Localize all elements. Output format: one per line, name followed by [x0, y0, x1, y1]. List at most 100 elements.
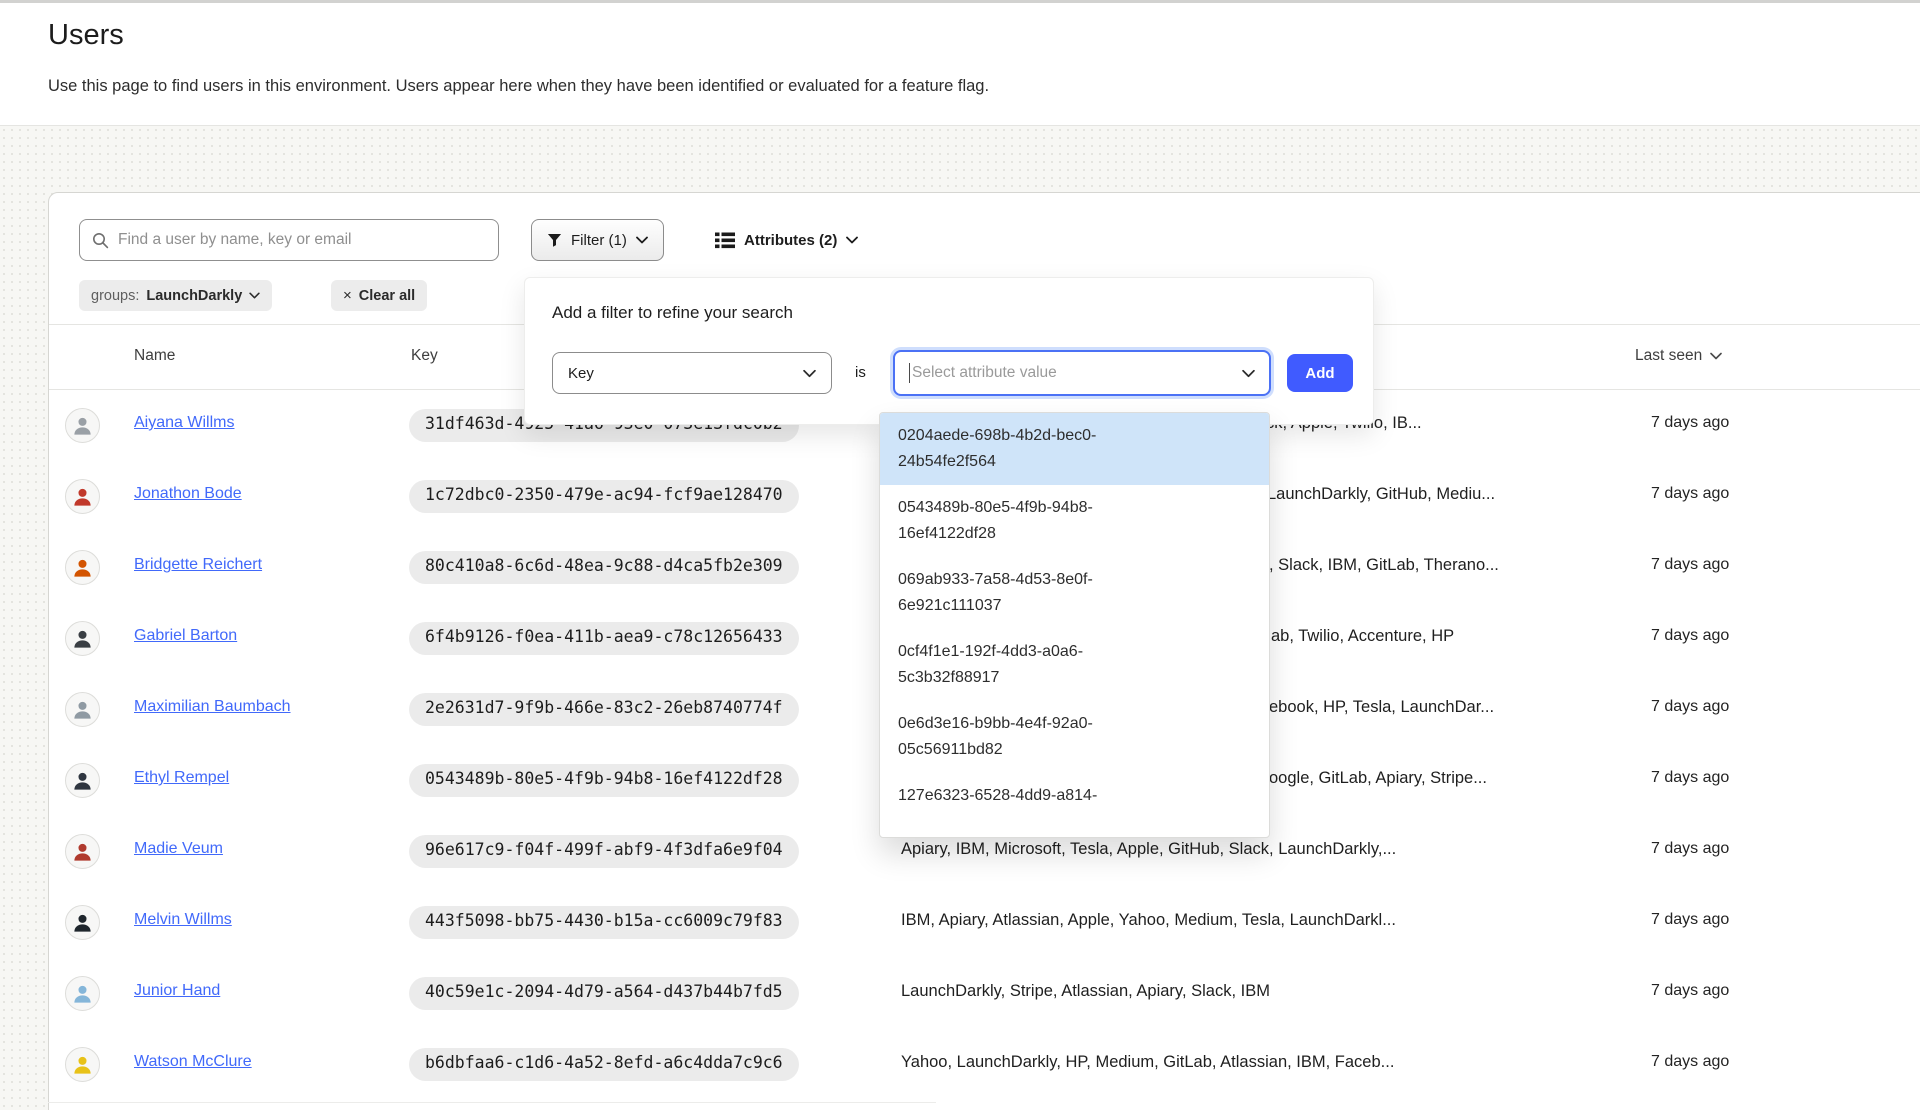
text-cursor — [909, 363, 910, 383]
attribute-value-option[interactable]: 0543489b-80e5-4f9b-94b8-16ef4122df28 — [880, 485, 1269, 557]
table-row: Watson McClure b6dbfaa6-c1d6-4a52-8efd-a… — [49, 1029, 1920, 1100]
filter-operator-label: is — [855, 364, 866, 381]
avatar — [65, 1047, 100, 1082]
user-key-chip: 6f4b9126-f0ea-411b-aea9-c78c12656433 — [409, 622, 799, 655]
avatar-figure — [74, 915, 90, 932]
person-icon — [71, 982, 94, 1005]
user-attributes: IBM, Apiary, Atlassian, Apple, Yahoo, Me… — [901, 911, 1631, 930]
user-name-link[interactable]: Madie Veum — [134, 840, 223, 858]
user-name-link[interactable]: Maximilian Baumbach — [134, 698, 291, 716]
user-name-link[interactable]: Watson McClure — [134, 1053, 252, 1071]
attribute-value-text: 0e6d3e16-b9bb-4e4f-92a0-05c56911bd82 — [898, 711, 1162, 763]
bottom-row-divider — [48, 1102, 936, 1103]
list-icon — [715, 232, 735, 249]
user-key-chip: 96e617c9-f04f-499f-abf9-4f3dfa6e9f04 — [409, 835, 799, 868]
add-filter-button[interactable]: Add — [1287, 354, 1353, 392]
attribute-value-placeholder: Select attribute value — [912, 364, 1057, 382]
avatar-figure — [74, 986, 90, 1003]
last-seen-value: 7 days ago — [1651, 485, 1729, 503]
user-key-chip: 443f5098-bb75-4430-b15a-cc6009c79f83 — [409, 906, 799, 939]
last-seen-value: 7 days ago — [1651, 414, 1729, 432]
attribute-value-combobox[interactable]: Select attribute value — [893, 350, 1271, 396]
column-header-last-seen-label: Last seen — [1635, 347, 1702, 365]
last-seen-value: 7 days ago — [1651, 627, 1729, 645]
chevron-down-icon — [249, 292, 260, 299]
last-seen-value: 7 days ago — [1651, 556, 1729, 574]
attribute-value-option[interactable]: 0e6d3e16-b9bb-4e4f-92a0-05c56911bd82 — [880, 701, 1269, 773]
last-seen-value: 7 days ago — [1651, 698, 1729, 716]
filter-field-value: Key — [568, 365, 594, 382]
attribute-value-option[interactable]: 0cf4f1e1-192f-4dd3-a0a6-5c3b32f88917 — [880, 629, 1269, 701]
user-name-link[interactable]: Bridgette Reichert — [134, 556, 262, 574]
user-search[interactable] — [79, 219, 499, 261]
table-row: Junior Hand 40c59e1c-2094-4d79-a564-d437… — [49, 958, 1920, 1029]
avatar — [65, 905, 100, 940]
page-title: Users — [48, 19, 124, 52]
filter-field-select[interactable]: Key — [552, 352, 832, 394]
person-icon — [71, 911, 94, 934]
filter-button-label: Filter (1) — [571, 232, 627, 249]
avatar — [65, 408, 100, 443]
user-name-link[interactable]: Melvin Willms — [134, 911, 232, 929]
avatar — [65, 763, 100, 798]
avatar-figure — [74, 560, 90, 577]
user-name-link[interactable]: Ethyl Rempel — [134, 769, 229, 787]
user-key-chip: 2e2631d7-9f9b-466e-83c2-26eb8740774f — [409, 693, 799, 726]
person-icon — [71, 485, 94, 508]
user-name-link[interactable]: Aiyana Willms — [134, 414, 234, 432]
filter-chip-groups[interactable]: groups: LaunchDarkly — [79, 280, 272, 311]
person-icon — [71, 627, 94, 650]
chevron-down-icon — [846, 236, 858, 244]
person-icon — [71, 840, 94, 863]
user-attributes: Apiary, IBM, Microsoft, Tesla, Apple, Gi… — [901, 840, 1631, 859]
search-input[interactable] — [118, 231, 486, 249]
attribute-value-text: 069ab933-7a58-4d53-8e0f-6e921c111037 — [898, 567, 1162, 619]
chevron-down-icon — [636, 236, 648, 244]
user-name-link[interactable]: Junior Hand — [134, 982, 220, 1000]
user-name-link[interactable]: Jonathon Bode — [134, 485, 242, 503]
avatar — [65, 621, 100, 656]
avatar — [65, 479, 100, 514]
column-header-name: Name — [134, 347, 175, 365]
avatar — [65, 834, 100, 869]
page-header: Users Use this page to find users in thi… — [0, 3, 1920, 126]
person-icon — [71, 1053, 94, 1076]
user-name-link[interactable]: Gabriel Barton — [134, 627, 237, 645]
filter-button[interactable]: Filter (1) — [531, 219, 664, 261]
chevron-down-icon — [1710, 352, 1722, 360]
column-header-last-seen[interactable]: Last seen — [1635, 347, 1722, 365]
attribute-value-text: 0543489b-80e5-4f9b-94b8-16ef4122df28 — [898, 495, 1162, 547]
attribute-value-listbox: 0204aede-698b-4b2d-bec0-24b54fe2f564 054… — [879, 412, 1270, 838]
last-seen-value: 7 days ago — [1651, 911, 1729, 929]
search-icon — [92, 232, 109, 249]
chevron-down-icon — [1242, 369, 1255, 378]
last-seen-value: 7 days ago — [1651, 982, 1729, 1000]
avatar-figure — [74, 773, 90, 790]
last-seen-value: 7 days ago — [1651, 840, 1729, 858]
attributes-button[interactable]: Attributes (2) — [715, 219, 858, 261]
avatar-figure — [74, 702, 90, 719]
attribute-value-text: 127e6323-6528-4dd9-a814- — [898, 783, 1097, 809]
avatar-figure — [74, 418, 90, 435]
avatar-figure — [74, 844, 90, 861]
attribute-value-option[interactable]: 0204aede-698b-4b2d-bec0-24b54fe2f564 — [880, 413, 1269, 485]
person-icon — [71, 414, 94, 437]
person-icon — [71, 698, 94, 721]
chevron-down-icon — [803, 369, 816, 378]
avatar-figure — [74, 489, 90, 506]
user-key-chip: 1c72dbc0-2350-479e-ac94-fcf9ae128470 — [409, 480, 799, 513]
chip-attribute-name: groups: — [91, 288, 139, 304]
clear-all-button[interactable]: × Clear all — [331, 280, 427, 311]
avatar-figure — [74, 631, 90, 648]
page-description: Use this page to find users in this envi… — [48, 77, 989, 96]
attribute-value-text: 0cf4f1e1-192f-4dd3-a0a6-5c3b32f88917 — [898, 639, 1162, 691]
avatar-figure — [74, 1057, 90, 1074]
attribute-value-option[interactable]: 069ab933-7a58-4d53-8e0f-6e921c111037 — [880, 557, 1269, 629]
user-attributes: LaunchDarkly, Stripe, Atlassian, Apiary,… — [901, 982, 1631, 1001]
user-key-chip: 80c410a8-6c6d-48ea-9c88-d4ca5fb2e309 — [409, 551, 799, 584]
close-icon: × — [343, 287, 352, 304]
attribute-value-option[interactable]: 127e6323-6528-4dd9-a814- — [880, 773, 1269, 819]
column-header-key: Key — [411, 347, 438, 365]
attribute-value-text: 0204aede-698b-4b2d-bec0-24b54fe2f564 — [898, 423, 1162, 475]
avatar — [65, 976, 100, 1011]
